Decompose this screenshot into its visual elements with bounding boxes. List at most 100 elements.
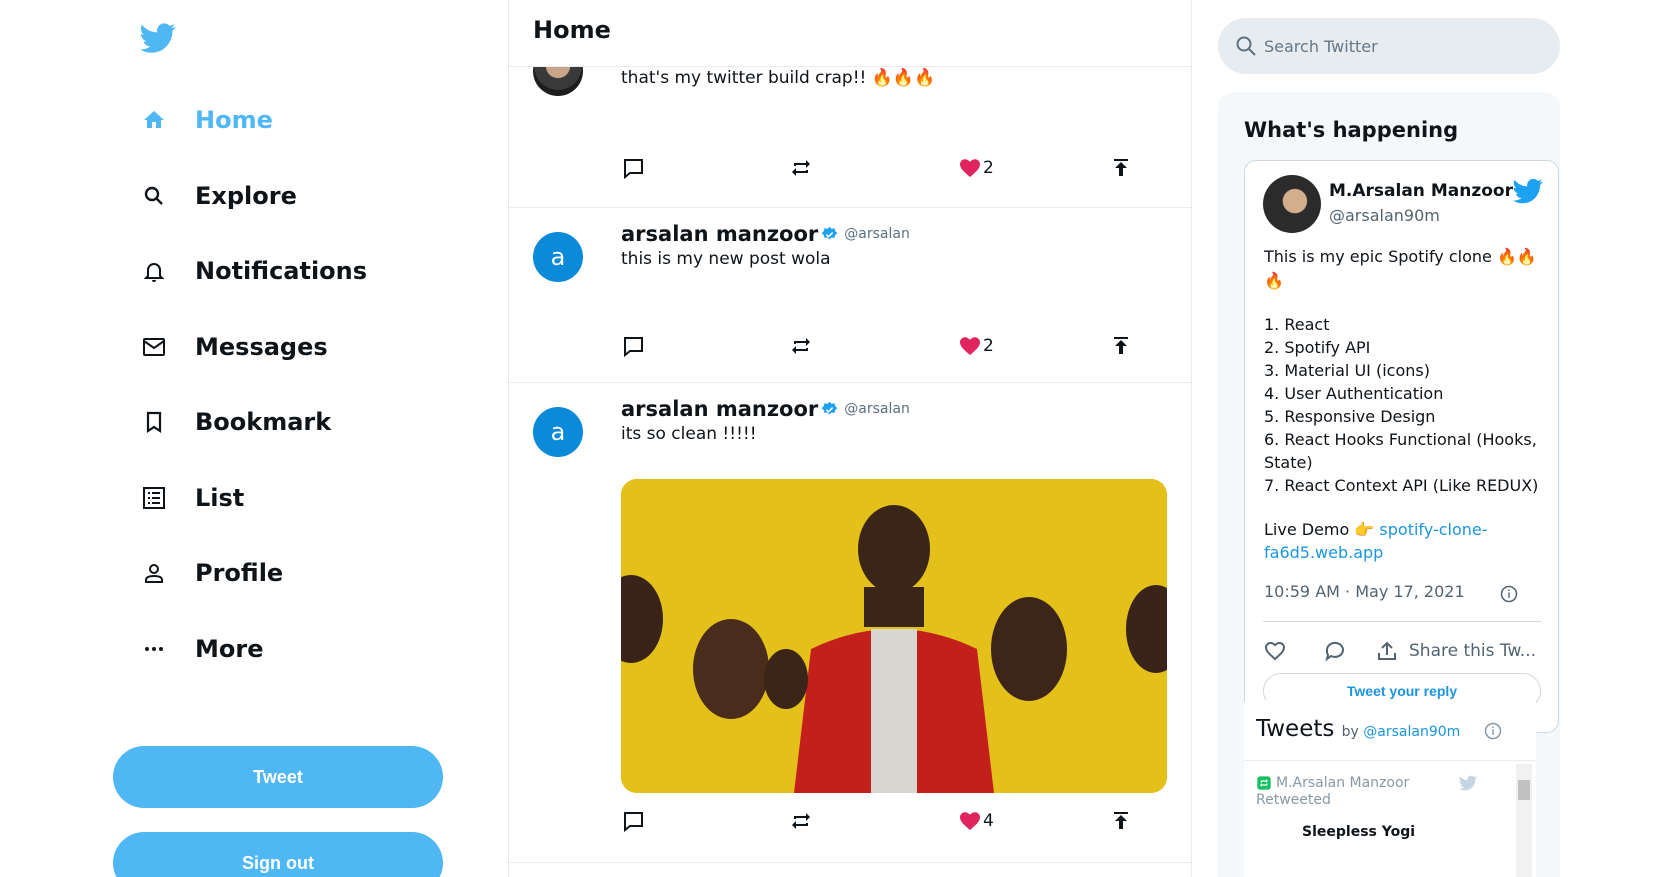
sidebar-item-more[interactable]: More	[140, 629, 263, 669]
heart-icon	[960, 337, 980, 355]
bookmark-icon	[140, 408, 168, 436]
embed-share-button[interactable]: Share this Tw...	[1375, 638, 1536, 664]
timeline-item[interactable]: M.Arsalan Manzoor Retweeted Sleepless Yo…	[1256, 774, 1477, 840]
sidebar-item-label: Home	[195, 106, 273, 134]
embedded-tweet[interactable]: M.Arsalan Manzoor @arsalan90m This is my…	[1244, 160, 1559, 733]
share-icon[interactable]	[1109, 154, 1133, 182]
timeline-item-name: M.Arsalan Manzoor	[1276, 775, 1410, 791]
reply-icon[interactable]	[621, 154, 645, 182]
sign-out-button[interactable]: Sign out	[113, 832, 443, 877]
search-icon	[1236, 36, 1256, 56]
author-name: arsalan manzoor	[621, 222, 819, 246]
post-actions: 4	[621, 807, 1173, 835]
search-input[interactable]	[1264, 36, 1544, 56]
search-icon	[140, 182, 168, 210]
post-text: its so clean !!!!!	[621, 424, 757, 444]
heart-icon	[960, 159, 980, 177]
share-label: Share this Tw...	[1409, 641, 1537, 661]
whats-happening-widget: What's happening M.Arsalan Manzoor @arsa…	[1218, 92, 1560, 877]
sidebar: Home Explore Notifications Messages Book…	[0, 0, 508, 877]
sidebar-item-bookmark[interactable]: Bookmark	[140, 402, 331, 442]
twitter-bird-icon	[1459, 775, 1477, 791]
sidebar-item-list[interactable]: List	[140, 478, 244, 518]
embed-list-item: 5. Responsive Design	[1264, 407, 1436, 426]
sidebar-item-messages[interactable]: Messages	[140, 327, 328, 367]
post-actions: 2	[621, 154, 1173, 182]
retweet-icon[interactable]	[789, 332, 813, 360]
reply-icon[interactable]	[621, 807, 645, 835]
retweet-icon[interactable]	[789, 154, 813, 182]
feed: Home that's my twitter build crap!! 🔥🔥🔥 …	[508, 0, 1192, 877]
retweet-icon[interactable]	[789, 807, 813, 835]
sidebar-item-label: Notifications	[195, 257, 368, 285]
like-button[interactable]: 2	[958, 154, 994, 182]
info-icon[interactable]	[1484, 722, 1502, 740]
retweet-icon	[1257, 776, 1271, 790]
verified-badge-icon	[821, 401, 838, 414]
like-button[interactable]: 2	[958, 332, 994, 360]
sidebar-item-profile[interactable]: Profile	[140, 553, 283, 593]
app-root: Home Explore Notifications Messages Book…	[0, 0, 1662, 877]
embed-list-item: 7. React Context API (Like REDUX)	[1264, 476, 1539, 495]
widget-title: What's happening	[1244, 118, 1459, 142]
post-text: that's my twitter build crap!! 🔥🔥🔥	[621, 68, 936, 88]
author-handle: @arsalan	[844, 401, 910, 417]
avatar[interactable]: a	[533, 407, 583, 457]
post: a arsalan manzoor @arsalan this is my ne…	[509, 208, 1191, 383]
sidebar-item-explore[interactable]: Explore	[140, 176, 297, 216]
embed-like-icon[interactable]	[1263, 638, 1287, 664]
sidebar-item-label: List	[195, 484, 245, 512]
sidebar-item-notifications[interactable]: Notifications	[140, 251, 367, 291]
timeline-handle-link[interactable]: @arsalan90m	[1363, 724, 1460, 740]
reply-icon[interactable]	[621, 332, 645, 360]
person-icon	[140, 559, 168, 587]
info-icon[interactable]	[1500, 585, 1518, 603]
feed-header: Home	[509, 0, 1191, 67]
like-count: 4	[983, 811, 994, 831]
post: a arsalan manzoor @arsalan its so clean …	[509, 383, 1191, 863]
list-icon	[140, 484, 168, 512]
more-horizontal-icon	[140, 635, 168, 663]
twitter-logo-icon[interactable]	[140, 20, 176, 56]
demo-link[interactable]: spotify-clone-	[1379, 520, 1487, 539]
demo-label: Live Demo 👉	[1264, 520, 1375, 539]
search-bar[interactable]	[1218, 18, 1560, 74]
author-handle: @arsalan	[844, 226, 910, 242]
timeline-item-status: Retweeted	[1256, 792, 1331, 808]
sidebar-item-label: Explore	[195, 182, 297, 210]
embed-list-item: 1. React	[1264, 315, 1330, 334]
divider	[1244, 760, 1536, 761]
heart-icon	[960, 812, 980, 830]
post-author[interactable]: arsalan manzoor @arsalan	[621, 222, 910, 246]
share-icon[interactable]	[1109, 332, 1133, 360]
scrollbar-thumb[interactable]	[1518, 780, 1530, 800]
embed-text-line: 🔥	[1264, 271, 1284, 290]
share-icon[interactable]	[1109, 807, 1133, 835]
scrollbar[interactable]	[1516, 764, 1532, 877]
embed-reply-icon[interactable]	[1323, 638, 1347, 664]
embed-author-handle[interactable]: @arsalan90m	[1329, 206, 1440, 225]
divider	[1263, 621, 1541, 622]
sidebar-item-label: Profile	[195, 559, 284, 587]
tweet-button[interactable]: Tweet	[113, 746, 443, 808]
embed-list-item: 6. React Hooks Functional (Hooks,	[1264, 430, 1537, 449]
embed-list-item: 4. User Authentication	[1264, 384, 1444, 403]
like-button[interactable]: 4	[958, 807, 994, 835]
embed-text-line: This is my epic Spotify clone 🔥🔥	[1264, 247, 1537, 266]
timeline-next-name: Sleepless Yogi	[1302, 824, 1416, 840]
twitter-bird-icon[interactable]	[1513, 176, 1543, 206]
demo-link[interactable]: fa6d5.web.app	[1264, 541, 1544, 565]
like-count: 2	[983, 336, 994, 356]
embed-timestamp[interactable]: 10:59 AM · May 17, 2021	[1264, 582, 1465, 601]
post-gif-image[interactable]	[621, 479, 1167, 793]
embed-list-item: State)	[1264, 453, 1313, 472]
sidebar-item-home[interactable]: Home	[140, 100, 273, 140]
post-author[interactable]: arsalan manzoor @arsalan	[621, 397, 910, 421]
avatar[interactable]: a	[533, 232, 583, 282]
timeline-title: Tweets by @arsalan90m	[1256, 716, 1460, 742]
timeline-title-text: Tweets	[1256, 716, 1335, 742]
embed-author-name[interactable]: M.Arsalan Manzoor	[1329, 181, 1513, 201]
avatar[interactable]	[1263, 175, 1321, 233]
sidebar-item-label: More	[195, 635, 264, 663]
embed-list-item: 3. Material UI (icons)	[1264, 361, 1430, 380]
